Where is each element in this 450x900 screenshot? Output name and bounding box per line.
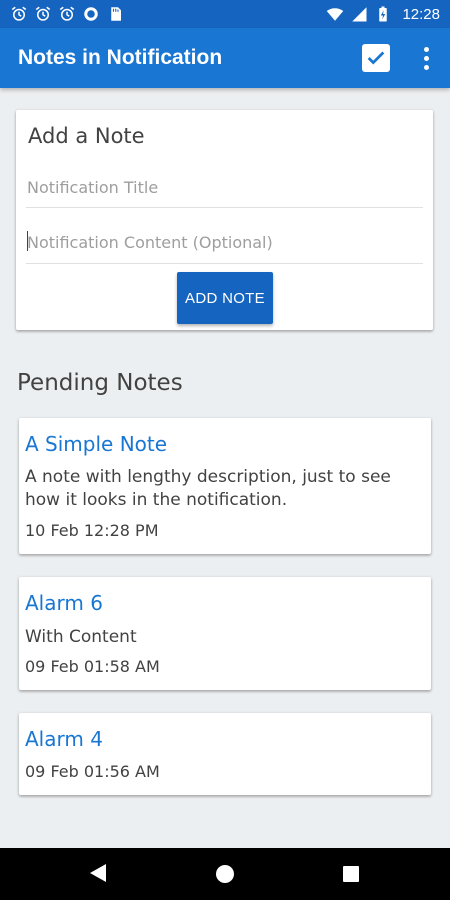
alarm-icon (11, 6, 27, 21)
notification-content-input[interactable] (26, 222, 423, 264)
note-body: A note with lengthy description, just to… (25, 467, 391, 510)
add-note-button[interactable]: ADD NOTE (177, 272, 273, 324)
more-vert-icon[interactable] (414, 42, 438, 74)
back-icon[interactable] (90, 864, 106, 882)
note-title: A Simple Note (25, 432, 168, 456)
note-title: Alarm 6 (25, 591, 103, 615)
alarm-icon (59, 6, 75, 21)
note-card[interactable]: Alarm 6 With Content 09 Feb 01:58 AM (19, 577, 431, 690)
app-title: Notes in Notification (18, 46, 223, 69)
check-mark-icon (367, 51, 385, 65)
signal-icon (352, 7, 367, 22)
sync-icon (84, 7, 98, 21)
add-note-heading: Add a Note (28, 124, 145, 148)
navigation-bar (0, 848, 450, 900)
note-time: 10 Feb 12:28 PM (25, 521, 159, 540)
add-note-card: Add a Note ADD NOTE (16, 110, 433, 330)
battery-charging-icon (379, 6, 388, 22)
note-title: Alarm 4 (25, 727, 103, 751)
alarm-icon (35, 6, 51, 21)
status-bar: 12:28 (0, 0, 450, 28)
sd-card-icon (111, 7, 121, 21)
note-time: 09 Feb 01:56 AM (25, 762, 160, 781)
home-icon[interactable] (216, 865, 234, 883)
wifi-icon (327, 8, 344, 21)
notification-icons (10, 5, 124, 23)
system-icons: 12:28 (326, 5, 440, 23)
note-card[interactable]: A Simple Note A note with lengthy descri… (19, 418, 431, 554)
checkbox-icon[interactable] (362, 44, 390, 72)
pending-notes-heading: Pending Notes (17, 370, 183, 396)
note-body: With Content (25, 627, 137, 647)
note-card[interactable]: Alarm 4 09 Feb 01:56 AM (19, 713, 431, 795)
app-bar: Notes in Notification (0, 28, 450, 88)
status-time: 12:28 (402, 5, 440, 23)
notification-title-input[interactable] (26, 168, 423, 208)
note-time: 09 Feb 01:58 AM (25, 657, 160, 676)
text-cursor (27, 231, 28, 251)
recent-apps-icon[interactable] (343, 866, 359, 882)
